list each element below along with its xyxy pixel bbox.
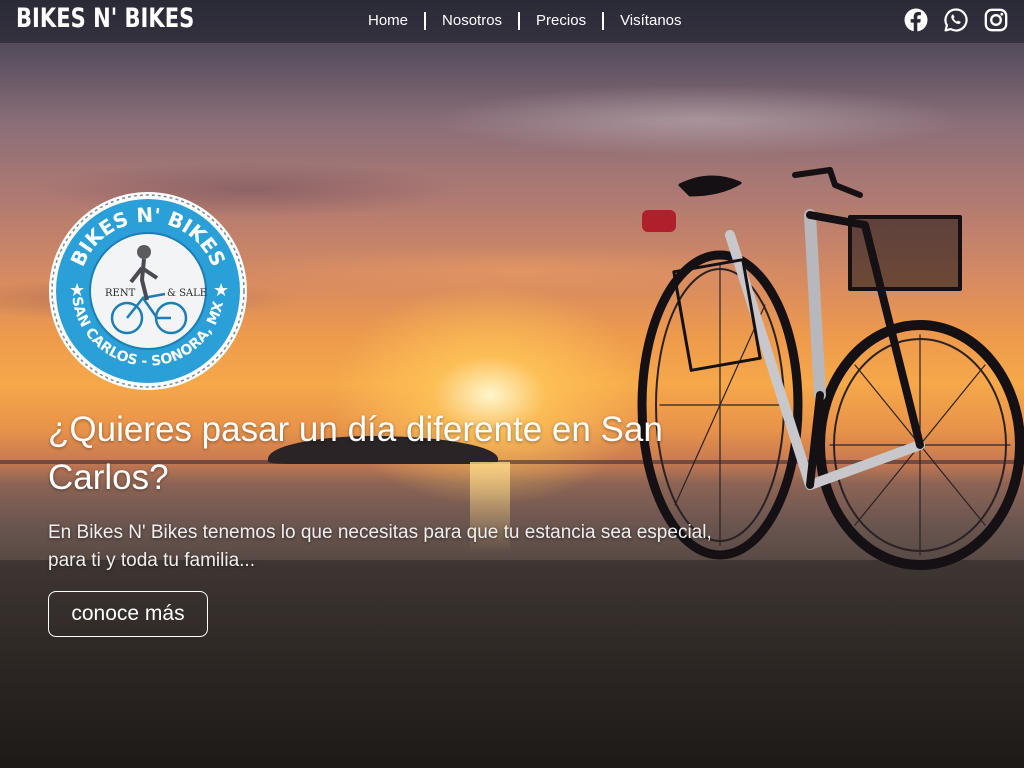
hero-subtext: En Bikes N' Bikes tenemos lo que necesit… [48, 522, 712, 571]
bikes-n-bikes-badge: BIKES N' BIKES SAN CARLOS - SONORA, MX. … [47, 190, 247, 390]
nav-visitanos[interactable]: Visítanos [604, 11, 697, 31]
facebook-icon[interactable] [904, 8, 928, 32]
brand-logo-text[interactable]: BIKES N' BIKES [16, 3, 194, 34]
nav-precios[interactable]: Precios [520, 11, 602, 31]
star-icon: ★ [213, 280, 229, 301]
nav-nosotros[interactable]: Nosotros [426, 11, 518, 31]
nav-home[interactable]: Home [352, 11, 424, 31]
hero-headline: ¿Quieres pasar un día diferente en San C… [48, 410, 663, 497]
bicycle-image [637, 167, 1024, 570]
main-nav: Home Nosotros Precios Visítanos [352, 11, 698, 31]
top-navbar: BIKES N' BIKES Home Nosotros Precios Vis… [0, 0, 1024, 43]
instagram-icon[interactable] [984, 8, 1008, 32]
badge-right-text: & SALE [167, 288, 207, 299]
conoce-mas-button[interactable]: conoce más [48, 591, 208, 637]
star-icon: ★ [69, 280, 85, 301]
whatsapp-icon[interactable] [944, 8, 968, 32]
badge-left-text: RENT [105, 288, 136, 299]
